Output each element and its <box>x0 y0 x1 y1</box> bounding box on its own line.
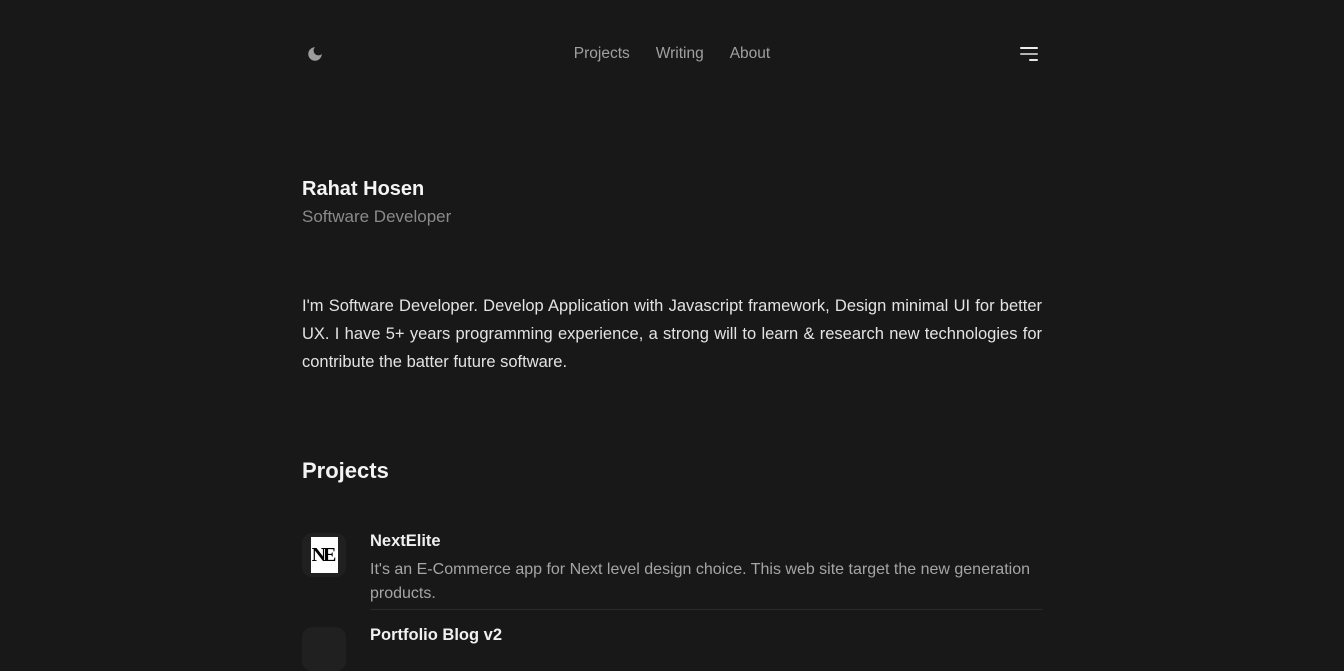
project-divider <box>370 609 1042 610</box>
nextelite-logo: NE <box>302 533 346 577</box>
portfolio-blog-logo <box>302 627 346 671</box>
menu-button[interactable] <box>1016 43 1042 65</box>
profile-role: Software Developer <box>302 206 1042 228</box>
bio-paragraph: I'm Software Developer. Develop Applicat… <box>302 292 1042 376</box>
site-header: Projects Writing About <box>302 0 1042 68</box>
nextelite-logo-monogram: NE <box>311 537 338 573</box>
project-description: It's an E-Commerce app for Next level de… <box>370 558 1042 606</box>
project-title: NextElite <box>370 530 1042 552</box>
projects-heading: Projects <box>302 456 1042 486</box>
project-item-nextelite[interactable]: NE NextElite It's an E-Commerce app for … <box>302 530 1042 606</box>
nav-link-about[interactable]: About <box>730 46 771 62</box>
theme-toggle-button[interactable] <box>302 41 328 67</box>
project-title: Portfolio Blog v2 <box>370 624 1042 646</box>
hero-section: Rahat Hosen Software Developer <box>302 68 1042 228</box>
moon-icon <box>306 45 324 63</box>
project-item-portfolio-blog[interactable]: Portfolio Blog v2 <box>302 624 1042 671</box>
nav-link-projects[interactable]: Projects <box>574 46 630 62</box>
menu-icon <box>1020 47 1038 61</box>
profile-name: Rahat Hosen <box>302 175 1042 203</box>
project-list: NE NextElite It's an E-Commerce app for … <box>302 530 1042 671</box>
main-nav: Projects Writing About <box>574 46 770 62</box>
nav-link-writing[interactable]: Writing <box>656 46 704 62</box>
